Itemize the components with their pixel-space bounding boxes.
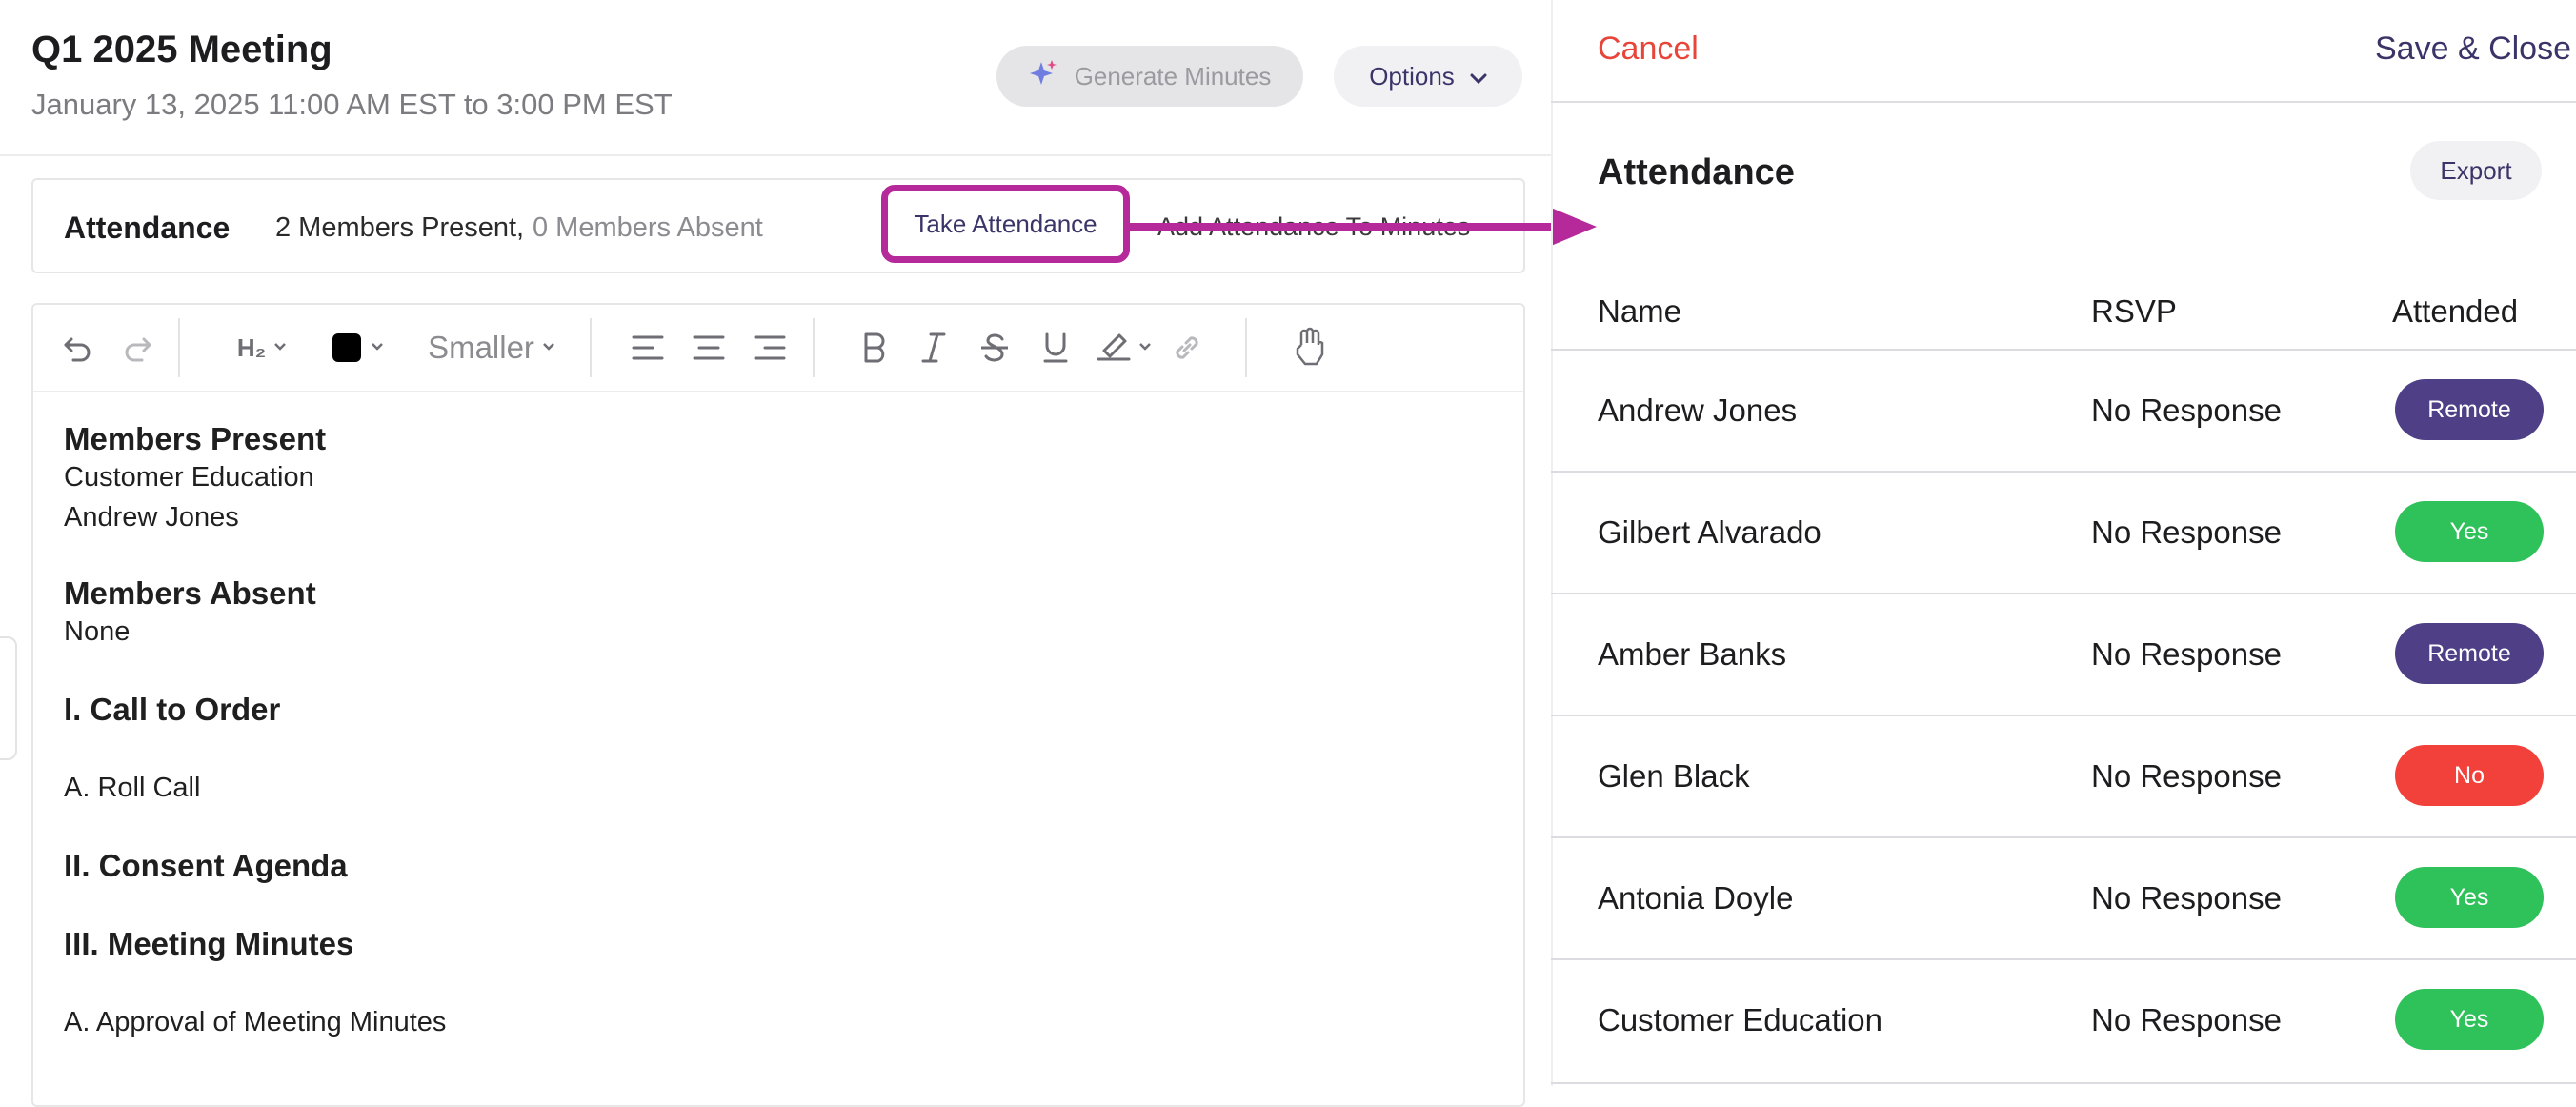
- align-center-icon[interactable]: [687, 326, 731, 370]
- highlight-dropdown[interactable]: [1091, 326, 1157, 370]
- column-header-name: Name: [1598, 293, 1682, 329]
- column-header-rsvp: RSVP: [2091, 293, 2177, 329]
- options-label: Options: [1369, 61, 1455, 91]
- take-attendance-label: Take Attendance: [914, 209, 1097, 238]
- table-row: Andrew Jones No Response Remote: [1551, 349, 2576, 473]
- agenda-item: A. Roll Call: [64, 773, 201, 803]
- section-heading: II. Consent Agenda: [64, 848, 348, 883]
- members-absent-value: None: [64, 616, 131, 647]
- redo-icon[interactable]: [115, 326, 159, 370]
- heading-label: H₂: [236, 332, 267, 362]
- chevron-down-icon: [273, 339, 287, 356]
- members-present-heading: Members Present: [64, 421, 327, 456]
- column-header-attended: Attended: [2392, 293, 2519, 329]
- chevron-down-icon: [542, 339, 555, 356]
- attendee-rsvp: No Response: [2091, 636, 2282, 672]
- panel-header-divider: [1551, 101, 2576, 103]
- attendee-rsvp: No Response: [2091, 758, 2282, 794]
- sparkle-icon: [1029, 59, 1057, 94]
- members-absent-count: 0 Members Absent: [533, 212, 763, 243]
- toolbar-separator: [178, 318, 180, 377]
- table-row: Glen Black No Response No: [1551, 715, 2576, 838]
- members-present-count: 2 Members Present,: [275, 212, 525, 243]
- attended-status-pill[interactable]: Remote: [2395, 379, 2544, 440]
- attendee-name: Customer Education: [1598, 1002, 1882, 1037]
- highlight-arrow-icon: [1124, 208, 1597, 246]
- attendee-name: Antonia Doyle: [1598, 880, 1794, 916]
- italic-icon[interactable]: [912, 326, 956, 370]
- agenda-item: A. Approval of Meeting Minutes: [64, 1007, 447, 1037]
- attendee-rsvp: No Response: [2091, 514, 2282, 550]
- generate-minutes-button[interactable]: Generate Minutes: [996, 46, 1303, 107]
- meeting-title: Q1 2025 Meeting: [31, 29, 332, 70]
- attendee-name: Glen Black: [1598, 758, 1750, 794]
- member-present-item: Andrew Jones: [64, 502, 239, 533]
- attendance-label: Attendance: [64, 211, 231, 245]
- take-attendance-button[interactable]: Take Attendance: [881, 185, 1130, 263]
- attendee-rsvp: No Response: [2091, 1002, 2282, 1037]
- chevron-down-icon: [1138, 339, 1152, 356]
- attendee-name: Amber Banks: [1598, 636, 1787, 672]
- underline-icon[interactable]: [1034, 326, 1077, 370]
- highlighter-icon: [1097, 330, 1133, 367]
- section-heading: III. Meeting Minutes: [64, 926, 354, 961]
- attended-status-pill[interactable]: Yes: [2395, 501, 2544, 562]
- attended-status-pill[interactable]: Yes: [2395, 867, 2544, 928]
- export-button[interactable]: Export: [2410, 141, 2542, 200]
- attended-status-pill[interactable]: Remote: [2395, 623, 2544, 684]
- table-row: Amber Banks No Response Remote: [1551, 593, 2576, 716]
- generate-minutes-label: Generate Minutes: [1074, 61, 1272, 91]
- bold-icon[interactable]: [853, 326, 896, 370]
- attendee-rsvp: No Response: [2091, 880, 2282, 916]
- meeting-datetime: January 13, 2025 11:00 AM EST to 3:00 PM…: [31, 88, 673, 121]
- editor-toolbar: H₂ Smaller: [33, 305, 1523, 392]
- table-row: Antonia Doyle No Response Yes: [1551, 836, 2576, 960]
- align-right-icon[interactable]: [748, 326, 792, 370]
- toolbar-separator: [1245, 318, 1247, 377]
- attendance-panel-title: Attendance: [1598, 152, 1795, 192]
- font-size-dropdown[interactable]: Smaller: [420, 326, 563, 370]
- font-size-label: Smaller: [428, 330, 534, 365]
- minutes-content[interactable]: Members Present Customer Education Andre…: [64, 421, 1474, 1042]
- collapse-side-tab[interactable]: [0, 636, 17, 760]
- minutes-editor[interactable]: H₂ Smaller Members Present Customer Educ…: [31, 303, 1525, 1107]
- undo-icon[interactable]: [56, 326, 100, 370]
- color-swatch-icon: [332, 333, 361, 362]
- strikethrough-icon[interactable]: [973, 326, 1016, 370]
- chevron-down-icon: [371, 339, 384, 356]
- member-present-item: Customer Education: [64, 462, 314, 493]
- section-heading: I. Call to Order: [64, 692, 281, 727]
- toolbar-separator: [590, 318, 592, 377]
- table-row: Gilbert Alvarado No Response Yes: [1551, 471, 2576, 594]
- toolbar-separator: [813, 318, 815, 377]
- table-row: Customer Education No Response Yes: [1551, 958, 2576, 1084]
- cancel-button[interactable]: Cancel: [1598, 30, 1699, 68]
- feedback-icon[interactable]: [1287, 326, 1335, 370]
- attendee-rsvp: No Response: [2091, 392, 2282, 428]
- options-button[interactable]: Options: [1334, 46, 1522, 107]
- align-left-icon[interactable]: [626, 326, 670, 370]
- export-label: Export: [2440, 155, 2512, 185]
- link-icon[interactable]: [1165, 326, 1209, 370]
- members-absent-heading: Members Absent: [64, 575, 316, 611]
- heading-dropdown[interactable]: H₂: [224, 326, 300, 370]
- chevron-down-icon: [1470, 62, 1487, 91]
- attended-status-pill[interactable]: No: [2395, 745, 2544, 806]
- attendee-name: Andrew Jones: [1598, 392, 1798, 428]
- save-close-button[interactable]: Save & Close: [2375, 30, 2571, 68]
- header-divider: [0, 154, 1551, 156]
- attended-status-pill[interactable]: Yes: [2395, 989, 2544, 1050]
- text-color-dropdown[interactable]: [325, 326, 392, 370]
- attendee-name: Gilbert Alvarado: [1598, 514, 1821, 550]
